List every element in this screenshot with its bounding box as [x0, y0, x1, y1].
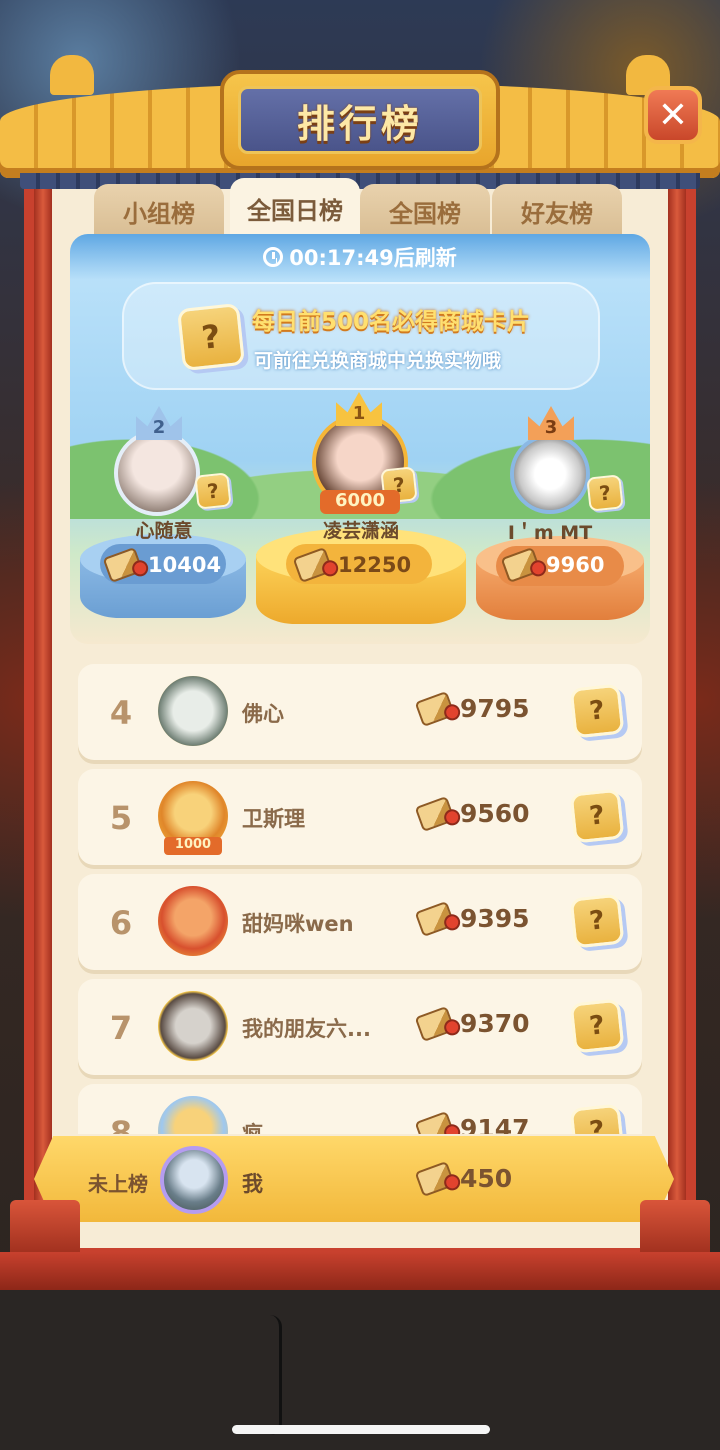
avatar[interactable] [158, 676, 228, 746]
scroll-icon [414, 900, 456, 937]
podium-2-score: 10404 [102, 546, 222, 584]
row-name: 疯 [242, 1122, 263, 1134]
scroll-icon [414, 690, 456, 727]
row-score-value: 9370 [460, 1009, 530, 1038]
base-right-block [640, 1200, 710, 1260]
promo-banner[interactable]: ? 每日前500名必得商城卡片 可前往兑换商城中兑换实物哦 [122, 282, 600, 390]
right-pillar [668, 168, 686, 1258]
home-indicator[interactable] [232, 1425, 490, 1434]
scribble-mark [270, 1315, 282, 1435]
row-name: 卫斯理 [242, 807, 305, 831]
refresh-timer: 00:17:49后刷新 [70, 234, 650, 280]
my-score-value: 450 [460, 1164, 513, 1193]
podium-1-score-value: 12250 [338, 553, 412, 577]
podium-1-name: 凌芸潇涵 [322, 520, 399, 542]
row-score-value: 9147 [460, 1114, 530, 1134]
row-rank: 8 [109, 1114, 133, 1134]
avatar[interactable] [158, 1096, 228, 1134]
tab-group[interactable]: 小组榜 [94, 184, 224, 238]
tab-bar: 小组榜 全国日榜 全国榜 好友榜 [94, 178, 624, 238]
close-button[interactable]: ✕ [644, 86, 702, 144]
mystery-card-icon: ? [569, 683, 625, 739]
podium-2-avatar[interactable] [114, 430, 200, 516]
scroll-icon [414, 1005, 456, 1042]
row-score: 9795 [414, 690, 530, 727]
row-score-value: 9395 [460, 904, 530, 933]
row-rank: 7 [109, 1009, 133, 1047]
list-item[interactable]: 8 疯 9147 ? [78, 1084, 642, 1134]
row-rank: 5 [109, 799, 133, 837]
level-badge: 1000 [164, 837, 222, 855]
row-name: 甜妈咪wen [242, 912, 354, 936]
podium-1-crown: 1 [336, 392, 382, 426]
my-name: 我 [242, 1172, 263, 1196]
row-name: 佛心 [242, 702, 284, 726]
row-card-button[interactable]: ? [569, 788, 625, 844]
row-score: 9370 [414, 1005, 530, 1042]
list-item[interactable]: 4 佛心 9795 ? [78, 664, 642, 760]
row-score-value: 9795 [460, 694, 530, 723]
row-score: 9395 [414, 900, 530, 937]
row-score: 9560 [414, 795, 530, 832]
podium-3-score: 9960 [500, 546, 605, 584]
list-item[interactable]: 7 我的朋友六... 9370 ? [78, 979, 642, 1075]
list-item[interactable]: 6 甜妈咪wen 9395 ? [78, 874, 642, 970]
base-bar [0, 1252, 720, 1290]
scroll-icon [102, 546, 144, 584]
tab-friends[interactable]: 好友榜 [492, 184, 622, 238]
mystery-card-icon: ? [569, 1103, 625, 1134]
ranking-list[interactable]: 4 佛心 9795 ? 5 1000 卫斯理 9560 ? 6 甜妈咪wen 9… [78, 664, 642, 1134]
row-card-button[interactable]: ? [569, 998, 625, 1054]
scroll-icon [414, 1160, 456, 1197]
row-score: 9147 [414, 1110, 530, 1134]
podium-2-card-icon[interactable]: ? [194, 472, 232, 510]
podium-2-score-value: 10404 [148, 553, 222, 577]
row-card-button[interactable]: ? [569, 893, 625, 949]
mystery-card-icon: ? [569, 998, 625, 1054]
mystery-card-icon: ? [569, 893, 625, 949]
tab-national[interactable]: 全国榜 [360, 184, 490, 238]
podium-1-level-badge: 6000 [320, 490, 400, 514]
podium-2-name: 心随意 [135, 520, 193, 542]
row-card-button[interactable]: ? [569, 1103, 625, 1134]
scroll-icon [500, 546, 542, 584]
left-pillar [34, 168, 52, 1258]
promo-title: 每日前500名必得商城卡片 [252, 309, 531, 335]
tab-national-daily[interactable]: 全国日榜 [230, 178, 360, 238]
row-rank: 4 [109, 694, 133, 732]
avatar[interactable] [158, 886, 228, 956]
refresh-text: 00:17:49后刷新 [289, 246, 457, 270]
podium-3-avatar[interactable] [510, 434, 590, 514]
title-plaque: 排行榜 [220, 70, 500, 170]
podium-3-crown: 3 [528, 406, 574, 440]
podium-3-card-icon[interactable]: ? [586, 474, 624, 512]
scroll-icon [414, 1110, 456, 1134]
my-score: 450 [414, 1160, 513, 1197]
top-panel: 00:17:49后刷新 ? 每日前500名必得商城卡片 可前往兑换商城中兑换实物… [70, 234, 650, 644]
podium-3-name: I＇m MT [507, 522, 593, 544]
roof-left-ornament [50, 55, 94, 95]
row-score-value: 9560 [460, 799, 530, 828]
clock-icon [263, 247, 284, 267]
my-rank-status: 未上榜 [88, 1172, 148, 1196]
mystery-card-icon: ? [176, 302, 246, 372]
podium-1-score: 12250 [292, 546, 412, 584]
avatar[interactable] [158, 991, 228, 1061]
base-left-block [10, 1200, 80, 1260]
close-icon: ✕ [657, 94, 689, 136]
podium-2-crown: 2 [136, 406, 182, 440]
promo-subtitle: 可前往兑换商城中兑换实物哦 [254, 350, 502, 372]
board-base [0, 1200, 720, 1290]
row-card-button[interactable]: ? [569, 683, 625, 739]
scroll-icon [414, 795, 456, 832]
podium-3-score-value: 9960 [546, 553, 605, 577]
row-rank: 6 [109, 904, 133, 942]
row-name: 我的朋友六... [242, 1017, 371, 1041]
list-item[interactable]: 5 1000 卫斯理 9560 ? [78, 769, 642, 865]
scroll-icon [292, 546, 334, 584]
mystery-card-icon: ? [569, 788, 625, 844]
page-title: 排行榜 [238, 86, 482, 154]
